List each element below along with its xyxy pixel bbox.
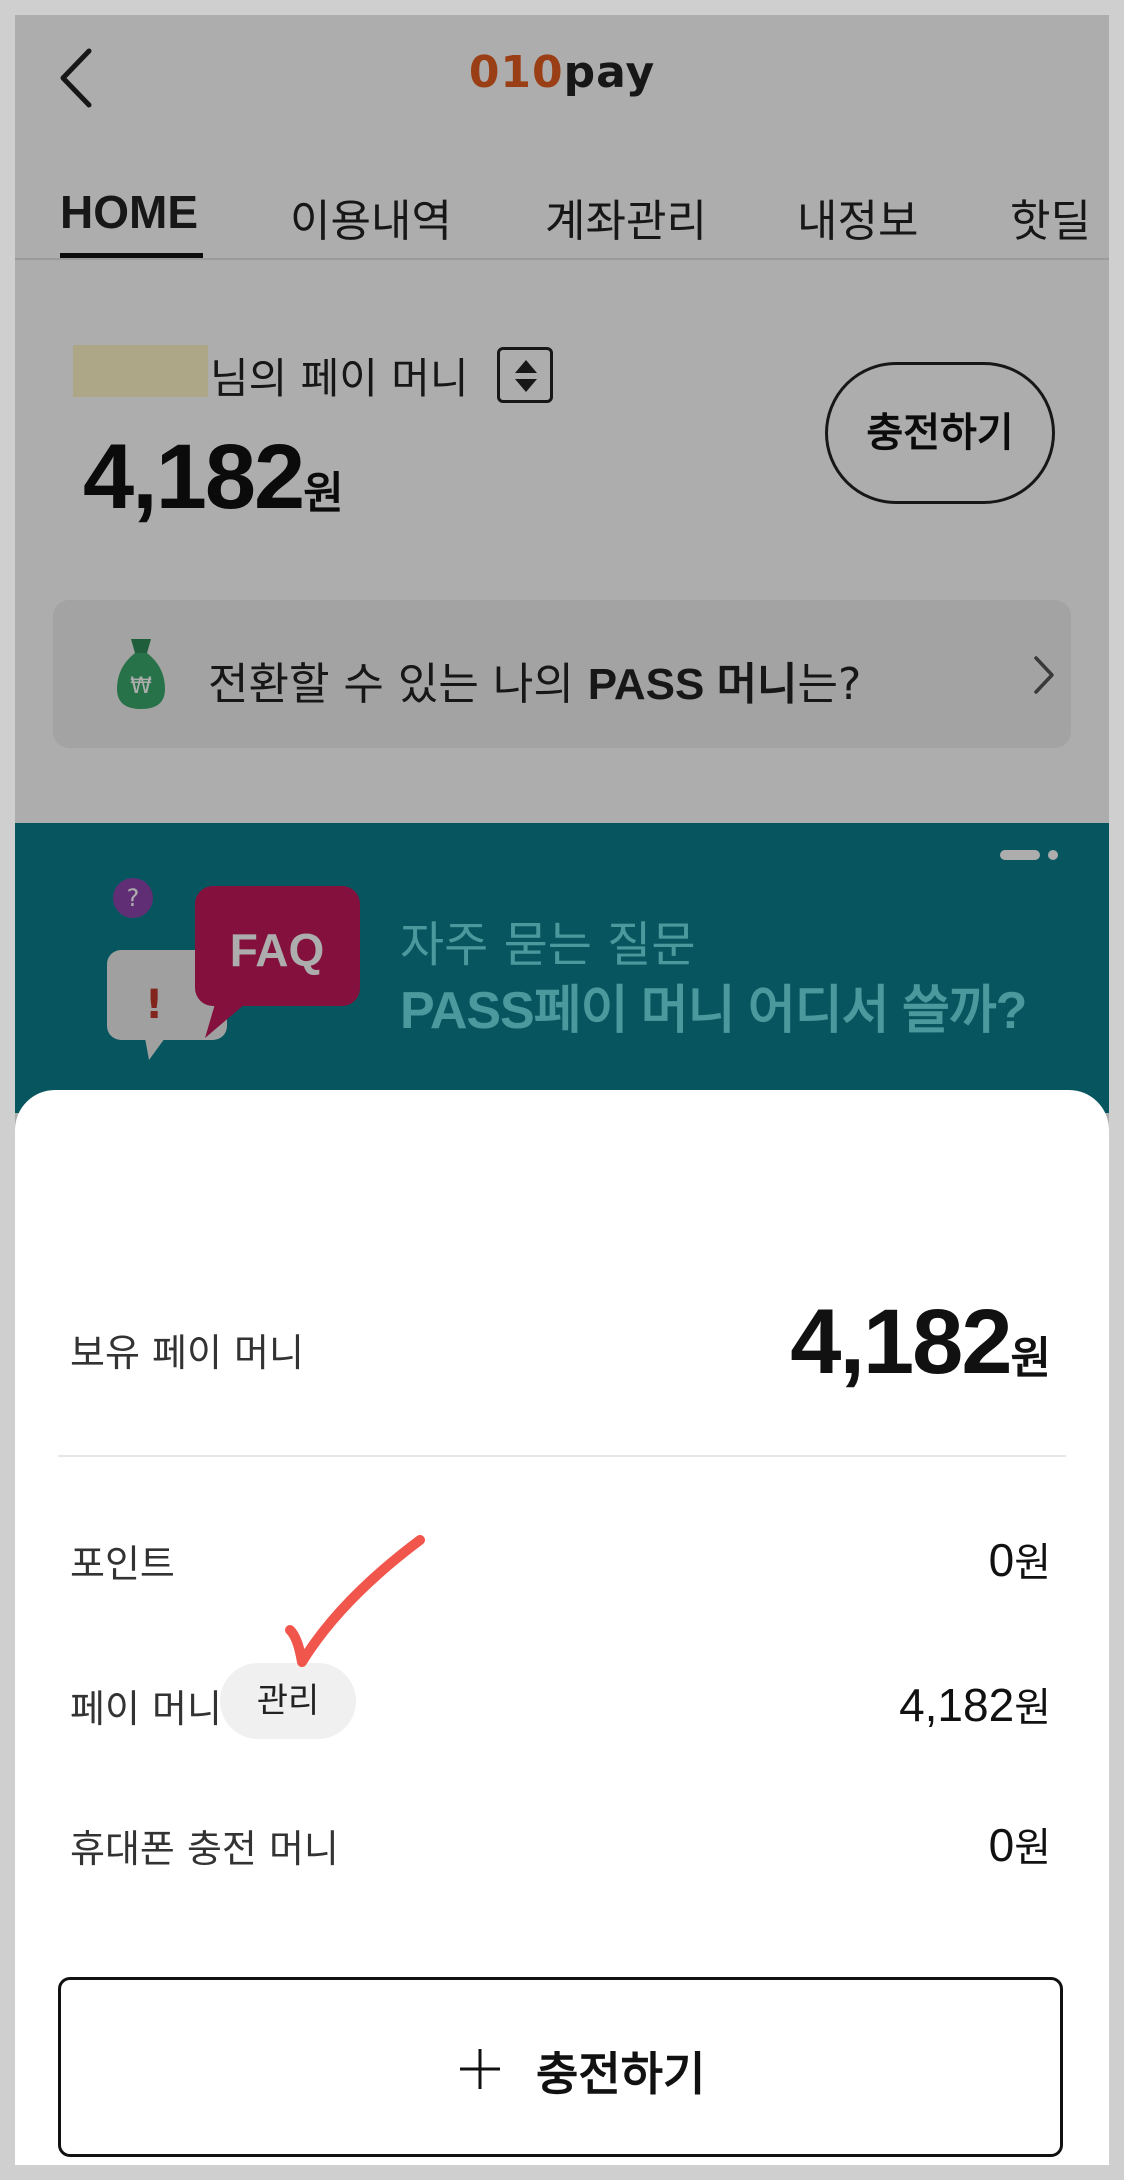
pay-money-value: 4,182원 — [899, 1675, 1051, 1733]
phone-charge-money-amount: 0 — [988, 1819, 1015, 1871]
held-money-value: 4,182원 — [790, 1290, 1051, 1395]
charge-button-label: 충전하기 — [536, 2047, 706, 2101]
device-frame: 010pay HOME 이용내역 계좌관리 내정보 핫딜 님의 페이 머니 4,… — [0, 0, 1124, 2180]
charge-button[interactable]: 충전하기 — [58, 1977, 1063, 2157]
pay-money-unit: 원 — [1014, 1685, 1051, 1731]
points-value: 0원 — [989, 1530, 1051, 1588]
points-label: 포인트 — [70, 1542, 175, 1586]
held-money-unit: 원 — [1010, 1333, 1051, 1384]
money-detail-sheet: 보유 페이 머니 4,182원 포인트 0원 페이 머니 관리 4,182원 휴… — [15, 1090, 1109, 2165]
plus-icon — [456, 2045, 504, 2093]
points-amount: 0 — [988, 1534, 1015, 1586]
held-money-amount: 4,182 — [790, 1291, 1012, 1393]
red-checkmark-annotation-icon — [270, 1530, 430, 1680]
phone-charge-money-label: 휴대폰 충전 머니 — [70, 1827, 339, 1871]
held-money-label: 보유 페이 머니 — [70, 1331, 304, 1375]
points-unit: 원 — [1014, 1540, 1051, 1586]
pay-money-label: 페이 머니 — [70, 1687, 222, 1731]
pay-money-amount: 4,182 — [899, 1679, 1015, 1731]
phone-charge-money-unit: 원 — [1014, 1825, 1051, 1871]
app-screen: 010pay HOME 이용내역 계좌관리 내정보 핫딜 님의 페이 머니 4,… — [15, 15, 1109, 2165]
phone-charge-money-value: 0원 — [989, 1815, 1051, 1873]
sheet-divider — [58, 1455, 1066, 1457]
